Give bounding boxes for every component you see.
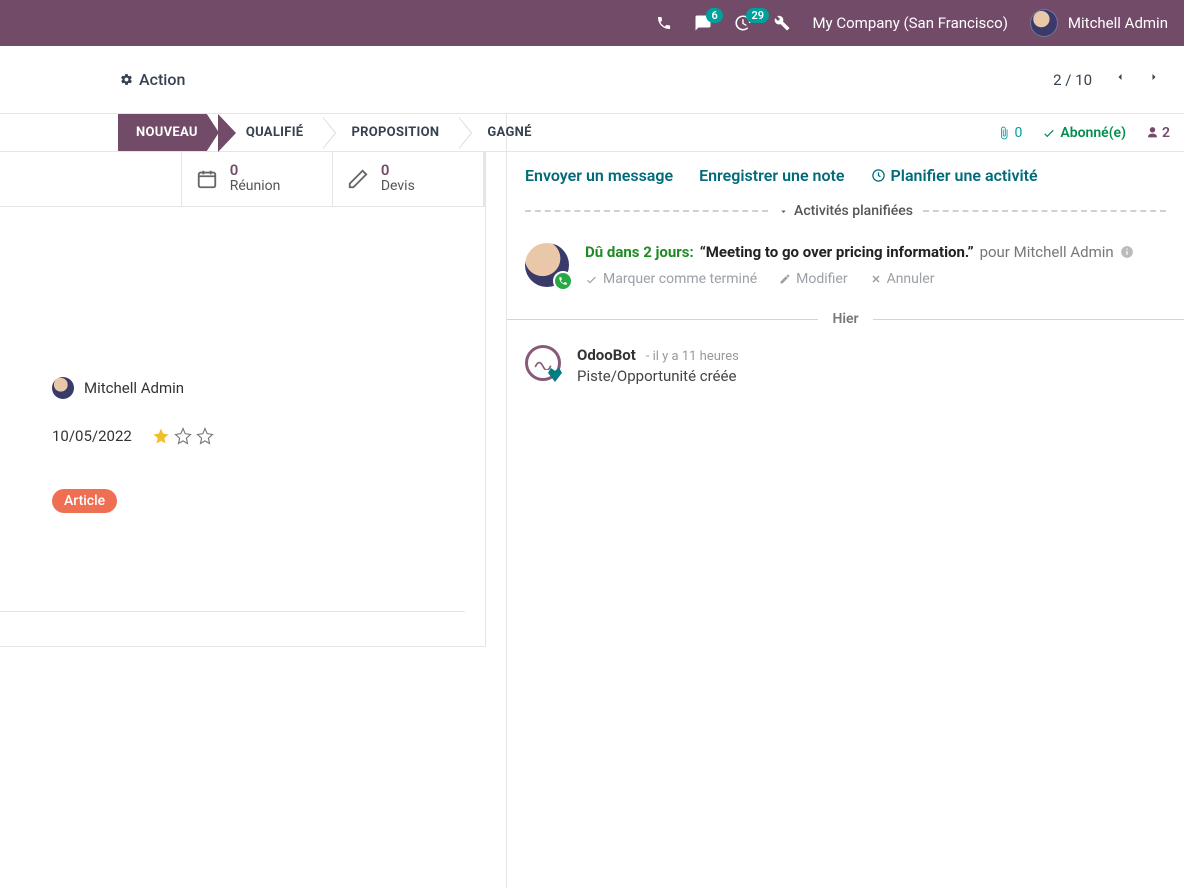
stage-proposition[interactable]: PROPOSITION: [323, 114, 459, 151]
activity-item: Dû dans 2 jours: “Meeting to go over pri…: [507, 223, 1184, 293]
tag-article[interactable]: Article: [52, 489, 117, 513]
check-icon: [585, 273, 598, 286]
paperclip-icon: [997, 126, 1011, 140]
activities-icon[interactable]: 29: [734, 14, 752, 32]
stat-meeting[interactable]: 0 Réunion: [182, 152, 333, 206]
activity-cancel-button[interactable]: Annuler: [870, 271, 935, 287]
form-panel: NOUVEAU QUALIFIÉ PROPOSITION GAGNÉ 0: [0, 114, 506, 888]
close-icon: [870, 273, 882, 285]
activity-assignee: pour Mitchell Admin: [980, 243, 1114, 261]
check-icon: [1042, 126, 1056, 140]
calendar-icon: [196, 168, 218, 190]
gear-icon: [120, 73, 133, 86]
pencil-icon: [779, 273, 791, 285]
followers-count[interactable]: 2: [1146, 125, 1170, 141]
schedule-activity-button[interactable]: Planifier une activité: [871, 166, 1038, 185]
pager-prev[interactable]: [1114, 68, 1126, 91]
log-text: Piste/Opportunité créée: [577, 367, 739, 385]
message-actions: Envoyer un message Enregistrer une note …: [507, 152, 1184, 199]
pager-text: 2 / 10: [1053, 71, 1092, 89]
priority-field[interactable]: [152, 427, 214, 445]
follow-button[interactable]: Abonné(e): [1042, 125, 1126, 141]
avatar: [52, 377, 74, 399]
odoobot-avatar: [525, 345, 561, 381]
topbar: 6 29 My Company (San Francisco) Mitchell…: [0, 0, 1184, 46]
user-menu[interactable]: Mitchell Admin: [1030, 9, 1168, 37]
pager-next[interactable]: [1148, 68, 1160, 91]
planned-activities-header[interactable]: Activités planifiées: [507, 199, 1184, 223]
clock-icon: [871, 168, 886, 183]
avatar: [1030, 9, 1058, 37]
stat-buttons: 0 Réunion 0 Devis: [0, 152, 485, 207]
pager: 2 / 10: [1053, 68, 1160, 91]
date-field[interactable]: 10/05/2022: [52, 427, 132, 445]
send-message-button[interactable]: Envoyer un message: [525, 166, 673, 185]
company-selector[interactable]: My Company (San Francisco): [812, 14, 1007, 32]
attachments-button[interactable]: 0: [997, 125, 1023, 141]
star-icon[interactable]: [174, 427, 192, 445]
activity-done-button[interactable]: Marquer comme terminé: [585, 271, 757, 287]
phone-badge-icon: [553, 271, 573, 291]
edit-icon: [347, 168, 369, 190]
activity-due: Dû dans 2 jours:: [585, 243, 694, 261]
messages-icon[interactable]: 6: [694, 14, 712, 32]
star-icon[interactable]: [196, 427, 214, 445]
debug-icon[interactable]: [774, 15, 790, 31]
activity-edit-button[interactable]: Modifier: [779, 271, 847, 287]
log-note-button[interactable]: Enregistrer une note: [699, 166, 844, 185]
stage-gagne[interactable]: GAGNÉ: [459, 114, 551, 151]
caret-down-icon: [778, 206, 789, 217]
log-author: OdooBot: [577, 346, 636, 364]
chatter-panel: 0 Abonné(e) 2 Envoyer un message Enregis…: [506, 114, 1184, 888]
stage-nouveau[interactable]: NOUVEAU: [118, 114, 218, 151]
info-icon[interactable]: [1120, 245, 1134, 259]
activities-badge: 29: [746, 8, 769, 23]
action-menu[interactable]: Action: [120, 70, 185, 89]
log-message: OdooBot - il y a 11 heures Piste/Opportu…: [507, 333, 1184, 397]
day-separator: Hier: [507, 293, 1184, 333]
messages-badge: 6: [706, 8, 722, 23]
control-bar: Action 2 / 10: [0, 46, 1184, 114]
log-time: - il y a 11 heures: [646, 349, 739, 364]
salesperson-field[interactable]: Mitchell Admin: [52, 377, 485, 399]
avatar: [525, 243, 569, 287]
heart-icon: [548, 368, 562, 382]
activity-title: “Meeting to go over pricing information.…: [700, 243, 974, 261]
user-name: Mitchell Admin: [1068, 14, 1168, 32]
phone-icon[interactable]: [656, 15, 672, 31]
star-icon[interactable]: [152, 427, 170, 445]
person-icon: [1146, 126, 1159, 139]
stage-bar: NOUVEAU QUALIFIÉ PROPOSITION GAGNÉ: [0, 114, 506, 152]
stat-quote[interactable]: 0 Devis: [333, 152, 484, 206]
